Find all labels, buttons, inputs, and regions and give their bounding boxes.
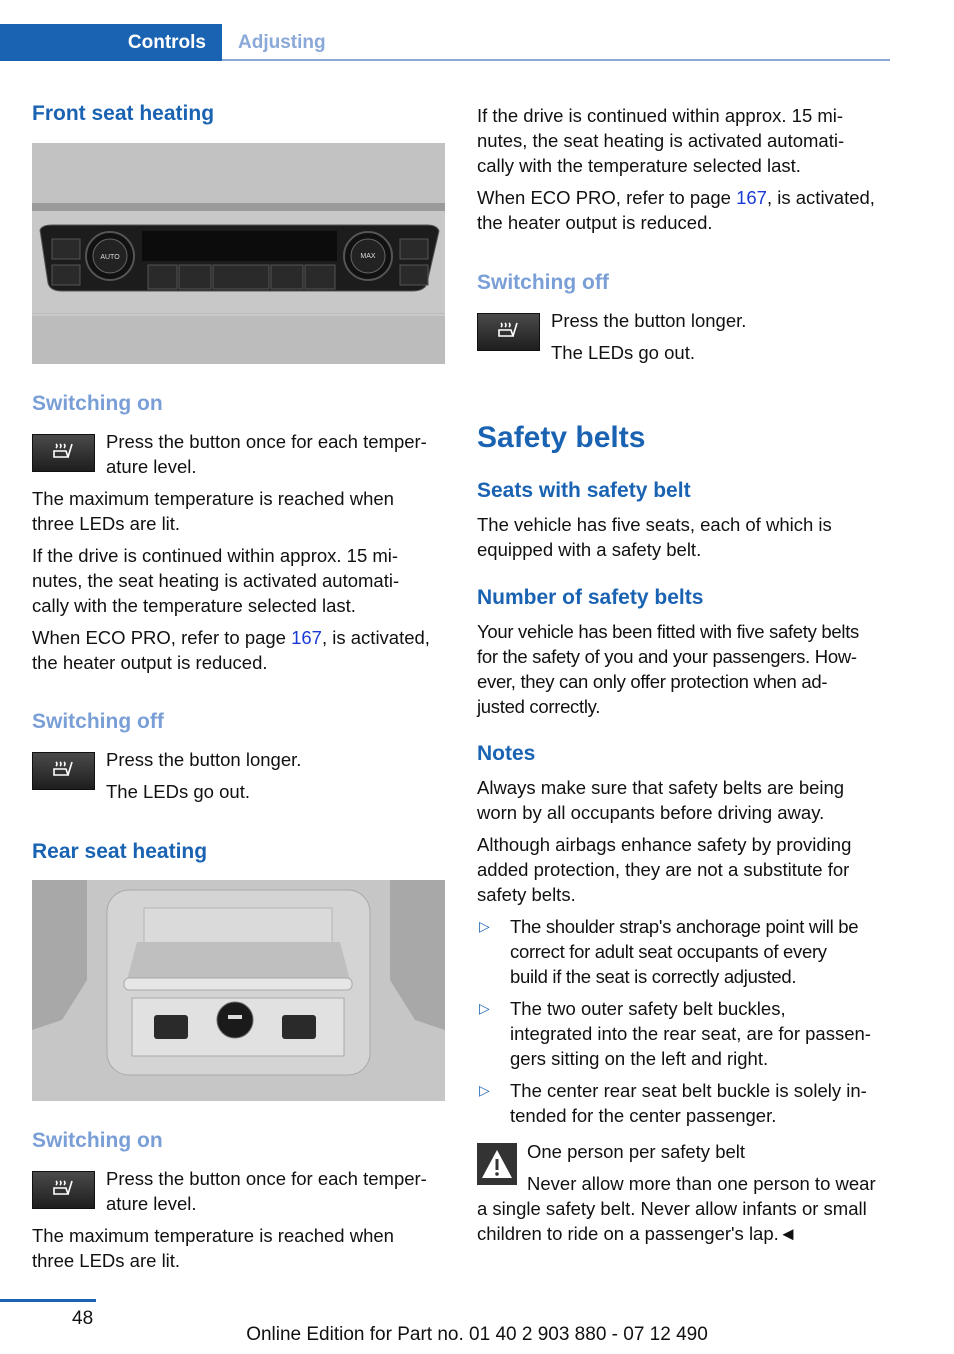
seat-heating-button-icon xyxy=(32,752,95,790)
text-line: Your vehicle has been fitted with five s… xyxy=(477,621,859,642)
svg-text:MAX: MAX xyxy=(360,253,376,260)
bullet-triangle-icon: ▷ xyxy=(479,918,490,934)
text-line: ature level. xyxy=(106,1193,197,1214)
notes-heading: Notes xyxy=(477,742,536,765)
text-line: cally with the temperature selected last… xyxy=(32,595,356,616)
switching-on-text-2: Press the button once for each temper- a… xyxy=(106,1166,446,1216)
rear-seat-heating-heading: Rear seat heating xyxy=(32,840,208,863)
text-line: for the safety of you and your passenger… xyxy=(477,646,857,667)
text-line: the heater output is reduced. xyxy=(477,212,713,233)
tab-controls[interactable]: Controls xyxy=(0,24,222,61)
header-rule xyxy=(222,59,890,61)
text-line: If the drive is continued within approx.… xyxy=(477,105,844,126)
tab-adjusting[interactable]: Adjusting xyxy=(238,24,326,61)
text-line: The two outer safety belt buckles, xyxy=(510,998,786,1019)
number-of-safety-belts-heading: Number of safety belts xyxy=(477,586,704,609)
switching-off-line-1: Press the button longer. xyxy=(551,310,747,331)
text-line: correct for adult seat occupants of ever… xyxy=(510,941,827,962)
switching-off-line-2: The LEDs go out. xyxy=(106,781,250,802)
page-link-167[interactable]: 167 xyxy=(736,187,767,208)
rear-console-image xyxy=(32,880,445,1101)
edition-text: Online Edition for Part no. 01 40 2 903 … xyxy=(246,1324,708,1345)
text-span: , is activated, xyxy=(321,627,430,648)
number-paragraph: Your vehicle has been fitted with five s… xyxy=(477,619,897,719)
text-line: worn by all occupants before driving awa… xyxy=(477,802,825,823)
max-temperature-paragraph-1: The maximum temperature is reached when … xyxy=(32,486,445,536)
text-line: added protection, they are not a substit… xyxy=(477,859,850,880)
header-bar: Controls Adjusting xyxy=(0,24,890,62)
text-line: nutes, the seat heating is activated aut… xyxy=(32,570,400,591)
text-line: build if the seat is correctly adjusted. xyxy=(510,966,797,987)
seat-heating-button-icon xyxy=(32,1171,95,1209)
text-line: Press the button once for each temper- xyxy=(106,431,427,452)
text-span: , is activated, xyxy=(766,187,875,208)
text-line: If the drive is continued within approx.… xyxy=(32,545,399,566)
climate-panel-image: AUTO MAX xyxy=(32,143,445,364)
switching-on-text-1: Press the button once for each temper- a… xyxy=(106,429,446,479)
drive-continued-paragraph-2: If the drive is continued within approx.… xyxy=(477,103,890,178)
text-line: Always make sure that safety belts are b… xyxy=(477,777,845,798)
text-line: justed correctly. xyxy=(477,696,601,717)
text-line: Although airbags enhance safety by provi… xyxy=(477,834,852,855)
text-line: ature level. xyxy=(106,456,197,477)
warning-title: One person per safety belt xyxy=(527,1141,746,1162)
text-line: nutes, the seat heating is activated aut… xyxy=(477,130,845,151)
notes-paragraph-1: Always make sure that safety belts are b… xyxy=(477,775,890,825)
seats-paragraph: The vehicle has five seats, each of whic… xyxy=(477,512,890,562)
text-span: When ECO PRO, refer to page xyxy=(477,187,737,208)
text-line: three LEDs are lit. xyxy=(32,1250,181,1271)
bullet-triangle-icon: ▷ xyxy=(479,1000,490,1016)
bullet-triangle-icon: ▷ xyxy=(479,1082,490,1098)
text-line: three LEDs are lit. xyxy=(32,513,181,534)
footer-rule xyxy=(0,1299,96,1302)
switching-off-line-2: The LEDs go out. xyxy=(551,342,695,363)
switching-off-line-1: Press the button longer. xyxy=(106,749,302,770)
text-line: the heater output is reduced. xyxy=(32,652,268,673)
text-line: The vehicle has five seats, each of whic… xyxy=(477,514,832,535)
switching-on-heading-1: Switching on xyxy=(32,392,163,415)
svg-text:AUTO: AUTO xyxy=(100,254,120,261)
text-line: ever, they can only offer protection whe… xyxy=(477,671,828,692)
warning-line-3: children to ride on a passenger's lap.◄ xyxy=(477,1223,798,1244)
switching-on-heading-2: Switching on xyxy=(32,1129,163,1152)
text-line: The shoulder strap's anchorage point wil… xyxy=(510,916,859,937)
text-line: integrated into the rear seat, are for p… xyxy=(510,1023,871,1044)
switching-off-heading-1: Switching off xyxy=(32,710,164,733)
warning-line-1: Never allow more than one person to wear xyxy=(527,1173,876,1194)
eco-pro-paragraph-2: When ECO PRO, refer to page 167, is acti… xyxy=(477,185,897,235)
seat-heating-button-icon xyxy=(477,313,540,351)
eco-pro-paragraph-1: When ECO PRO, refer to page 167, is acti… xyxy=(32,625,452,675)
text-line: The maximum temperature is reached when xyxy=(32,1225,394,1246)
warning-line-2: a single safety belt. Never allow infant… xyxy=(477,1198,867,1219)
text-line: equipped with a safety belt. xyxy=(477,539,702,560)
text-line: Press the button once for each temper- xyxy=(106,1168,427,1189)
text-line: The center rear seat belt buckle is sole… xyxy=(510,1080,867,1101)
text-line: tended for the center passenger. xyxy=(510,1105,777,1126)
front-seat-heating-heading: Front seat heating xyxy=(32,102,215,125)
seat-heating-button-icon xyxy=(32,434,95,472)
text-line: gers sitting on the left and right. xyxy=(510,1048,769,1069)
text-line: safety belts. xyxy=(477,884,576,905)
safety-belts-title: Safety belts xyxy=(477,421,646,454)
text-line: cally with the temperature selected last… xyxy=(477,155,801,176)
text-line: The maximum temperature is reached when xyxy=(32,488,394,509)
text-span: When ECO PRO, refer to page xyxy=(32,627,292,648)
warning-triangle-icon xyxy=(477,1143,517,1185)
max-temperature-paragraph-2: The maximum temperature is reached when … xyxy=(32,1223,445,1273)
seats-with-safety-belt-heading: Seats with safety belt xyxy=(477,479,691,502)
notes-paragraph-2: Although airbags enhance safety by provi… xyxy=(477,832,890,907)
drive-continued-paragraph-1: If the drive is continued within approx.… xyxy=(32,543,445,618)
switching-off-heading-2: Switching off xyxy=(477,271,609,294)
page-link-167[interactable]: 167 xyxy=(291,627,322,648)
